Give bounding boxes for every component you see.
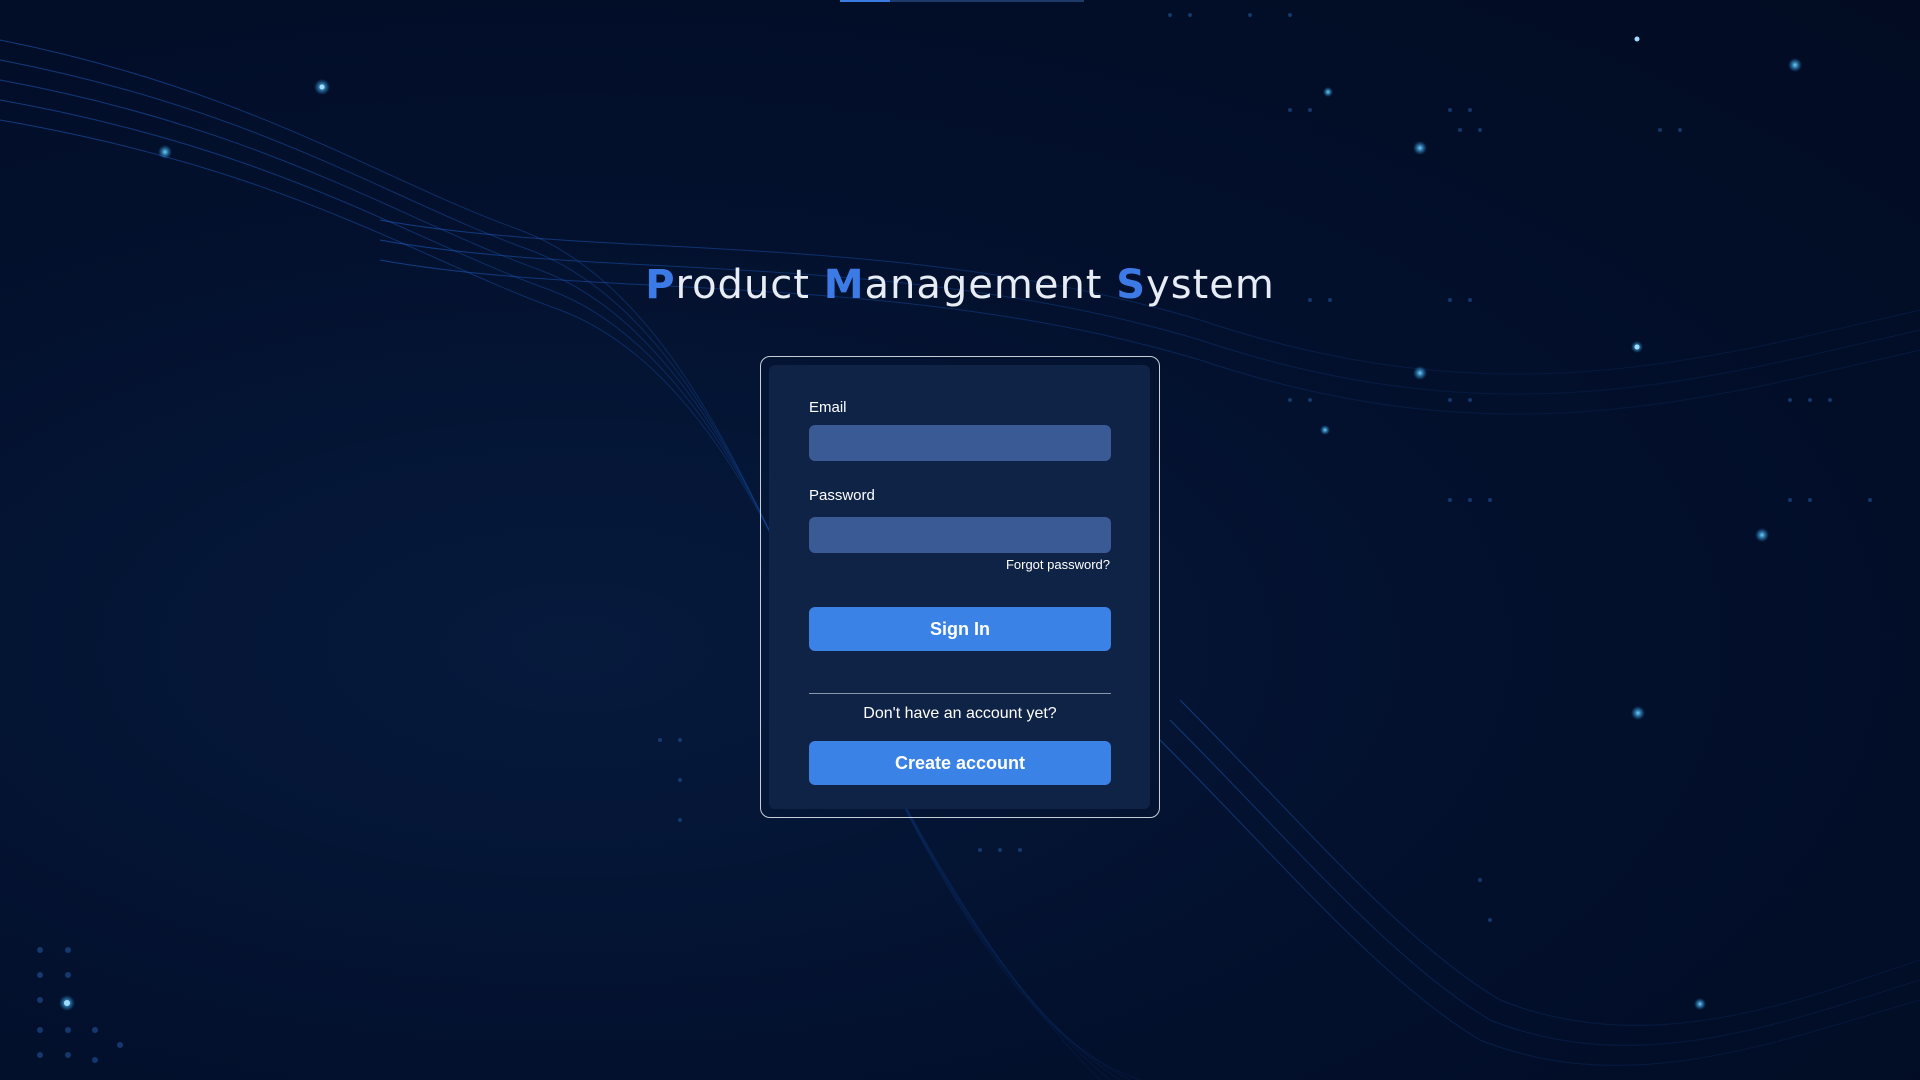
email-label: Email	[809, 399, 847, 416]
title-initial-m: M	[823, 262, 865, 308]
email-field[interactable]	[809, 425, 1111, 461]
title-word-product: roduct	[675, 262, 824, 308]
page-title: Product Management System	[0, 262, 1920, 308]
title-word-system: ystem	[1146, 262, 1275, 308]
sign-in-button[interactable]: Sign In	[809, 607, 1111, 651]
login-card: Email Password Forgot password? Sign In …	[769, 365, 1150, 809]
password-field[interactable]	[809, 517, 1111, 553]
title-initial-s: S	[1116, 262, 1147, 308]
divider	[809, 693, 1111, 694]
create-account-button[interactable]: Create account	[809, 741, 1111, 785]
top-strip	[840, 0, 1084, 2]
title-initial-p: P	[645, 262, 676, 308]
title-word-management: anagement	[864, 262, 1117, 308]
login-card-frame: Email Password Forgot password? Sign In …	[760, 356, 1160, 818]
signup-prompt: Don't have an account yet?	[863, 705, 1057, 722]
forgot-password-link[interactable]: Forgot password?	[1006, 557, 1110, 572]
password-label: Password	[809, 487, 875, 504]
